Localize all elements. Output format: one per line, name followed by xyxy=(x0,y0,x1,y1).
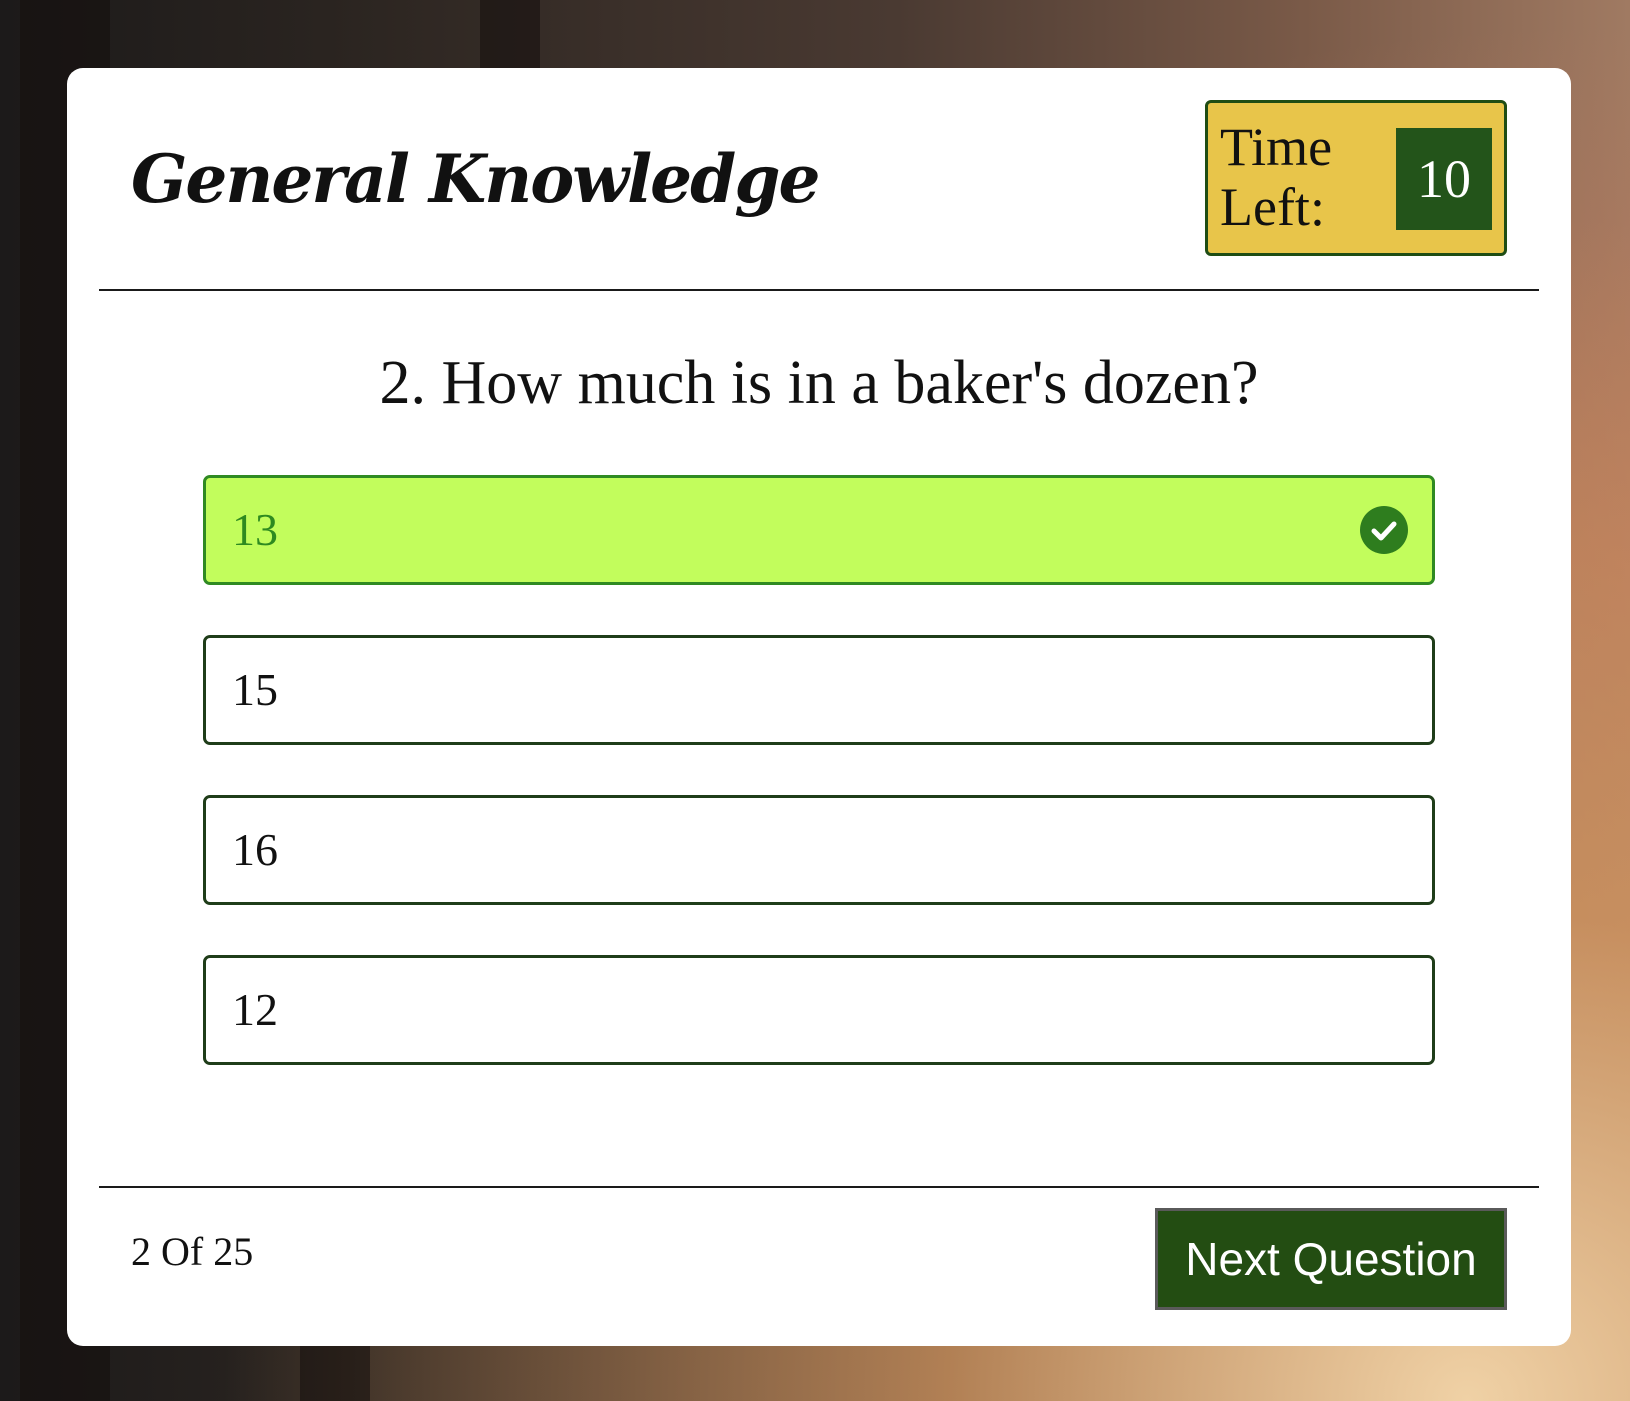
answer-option-12[interactable]: 12 xyxy=(203,955,1435,1065)
quiz-header: General Knowledge Time Left: 10 xyxy=(99,68,1539,291)
answer-option-label: 13 xyxy=(232,504,278,555)
answer-option-13[interactable]: 13 xyxy=(203,475,1435,585)
timer-label: Time Left: xyxy=(1220,117,1333,237)
question-progress: 2 Of 25 xyxy=(131,1229,254,1274)
quiz-card: General Knowledge Time Left: 10 2. How m… xyxy=(67,68,1571,1346)
answer-option-label: 15 xyxy=(232,664,278,715)
footer-divider xyxy=(99,1186,1539,1188)
timer-value: 10 xyxy=(1396,128,1492,230)
answer-option-15[interactable]: 15 xyxy=(203,635,1435,745)
next-question-button[interactable]: Next Question xyxy=(1155,1208,1507,1310)
timer-box: Time Left: 10 xyxy=(1205,100,1507,256)
background-tree-trunk xyxy=(480,0,540,70)
quiz-title: General Knowledge xyxy=(131,140,820,218)
check-circle-icon xyxy=(1360,506,1408,554)
answer-option-label: 16 xyxy=(232,824,278,875)
question-text: 2. How much is in a baker's dozen? xyxy=(379,349,1259,417)
answer-option-label: 12 xyxy=(232,984,278,1035)
background-tree-trunk xyxy=(300,1346,370,1401)
answer-option-16[interactable]: 16 xyxy=(203,795,1435,905)
